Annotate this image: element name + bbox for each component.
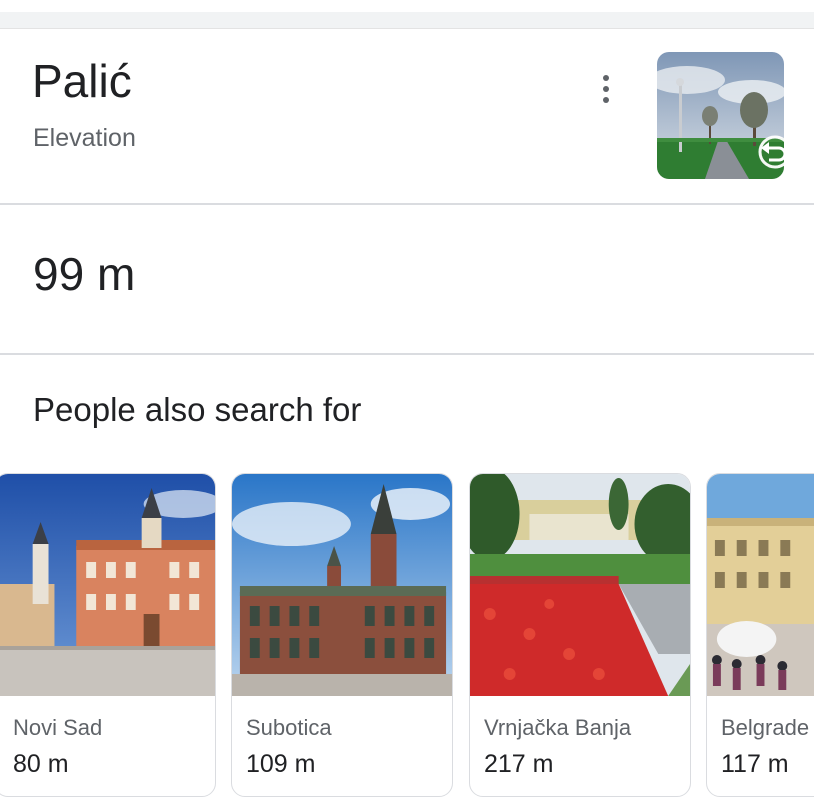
- menu-dot: [603, 86, 609, 92]
- related-card-vrnjacka-banja[interactable]: Vrnjačka Banja 217 m: [469, 473, 691, 797]
- related-card-name: Novi Sad: [13, 715, 103, 740]
- related-card-name: Subotica: [246, 715, 332, 740]
- novi-sad-city-hall-photo: [0, 474, 215, 696]
- vrnjacka-banja-park-photo: [470, 474, 690, 696]
- menu-dot: [603, 75, 609, 81]
- place-title: Palić: [32, 55, 132, 107]
- more-vert-icon[interactable]: [586, 66, 626, 112]
- related-card-subotica[interactable]: Subotica 109 m: [231, 473, 453, 797]
- place-subtitle: Elevation: [33, 124, 136, 152]
- related-card-name: Vrnjačka Banja: [484, 715, 632, 740]
- belgrade-street-photo: [707, 474, 814, 696]
- elevation-value: 99 m: [33, 248, 136, 300]
- subotica-city-hall-photo: [232, 474, 452, 696]
- related-card-elevation: 109 m: [246, 750, 316, 778]
- street-view-pano-icon: [758, 135, 784, 169]
- divider: [0, 203, 814, 205]
- top-band: [0, 12, 814, 29]
- related-carousel[interactable]: Novi Sad 80 m Subotica 109 m Vrnjačka Ba…: [0, 473, 814, 800]
- top-strip: [0, 0, 814, 29]
- related-card-name: Belgrade: [721, 715, 810, 740]
- related-card-elevation: 217 m: [484, 750, 554, 778]
- menu-dot: [603, 97, 609, 103]
- related-card-elevation: 80 m: [13, 750, 69, 778]
- related-card-belgrade[interactable]: Belgrade 117 m: [706, 473, 814, 797]
- related-card-elevation: 117 m: [721, 750, 789, 778]
- related-card-novi-sad[interactable]: Novi Sad 80 m: [0, 473, 216, 797]
- related-heading: People also search for: [33, 391, 362, 428]
- divider: [0, 353, 814, 355]
- street-view-thumbnail[interactable]: [657, 52, 784, 179]
